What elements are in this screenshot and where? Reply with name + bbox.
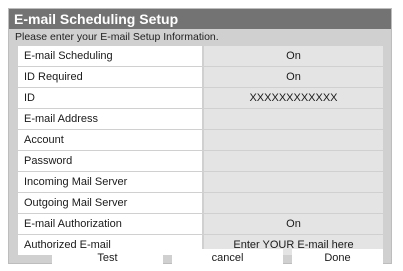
button-bar: Test cancel Done bbox=[18, 249, 383, 267]
id-required-label: ID Required bbox=[18, 67, 202, 87]
outgoing-mail-server-field[interactable] bbox=[204, 193, 383, 213]
row-incoming-mail-server[interactable]: Incoming Mail Server bbox=[18, 172, 383, 192]
password-field[interactable] bbox=[204, 151, 383, 171]
row-email-address[interactable]: E-mail Address bbox=[18, 109, 383, 129]
settings-list: E-mail Scheduling On ID Required On ID X… bbox=[18, 46, 383, 256]
test-button[interactable]: Test bbox=[52, 249, 163, 267]
id-field[interactable]: XXXXXXXXXXXX bbox=[204, 88, 383, 108]
account-label: Account bbox=[18, 130, 202, 150]
email-scheduling-setup-dialog: E-mail Scheduling Setup Please enter you… bbox=[8, 8, 392, 267]
id-label: ID bbox=[18, 88, 202, 108]
incoming-mail-server-field[interactable] bbox=[204, 172, 383, 192]
email-address-field[interactable] bbox=[204, 109, 383, 129]
email-address-label: E-mail Address bbox=[18, 109, 202, 129]
instructions-text: Please enter your E-mail Setup Informati… bbox=[15, 31, 219, 43]
row-email-authorization[interactable]: E-mail Authorization On bbox=[18, 214, 383, 234]
row-id[interactable]: ID XXXXXXXXXXXX bbox=[18, 88, 383, 108]
done-button[interactable]: Done bbox=[292, 249, 383, 267]
email-authorization-label: E-mail Authorization bbox=[18, 214, 202, 234]
id-required-value[interactable]: On bbox=[204, 67, 383, 87]
email-scheduling-label: E-mail Scheduling bbox=[18, 46, 202, 66]
outgoing-mail-server-label: Outgoing Mail Server bbox=[18, 193, 202, 213]
row-password[interactable]: Password bbox=[18, 151, 383, 171]
cancel-button[interactable]: cancel bbox=[172, 249, 283, 267]
email-authorization-value[interactable]: On bbox=[204, 214, 383, 234]
row-outgoing-mail-server[interactable]: Outgoing Mail Server bbox=[18, 193, 383, 213]
password-label: Password bbox=[18, 151, 202, 171]
incoming-mail-server-label: Incoming Mail Server bbox=[18, 172, 202, 192]
dialog-title: E-mail Scheduling Setup bbox=[9, 9, 391, 29]
row-id-required[interactable]: ID Required On bbox=[18, 67, 383, 87]
row-email-scheduling[interactable]: E-mail Scheduling On bbox=[18, 46, 383, 66]
row-account[interactable]: Account bbox=[18, 130, 383, 150]
account-field[interactable] bbox=[204, 130, 383, 150]
email-scheduling-value[interactable]: On bbox=[204, 46, 383, 66]
